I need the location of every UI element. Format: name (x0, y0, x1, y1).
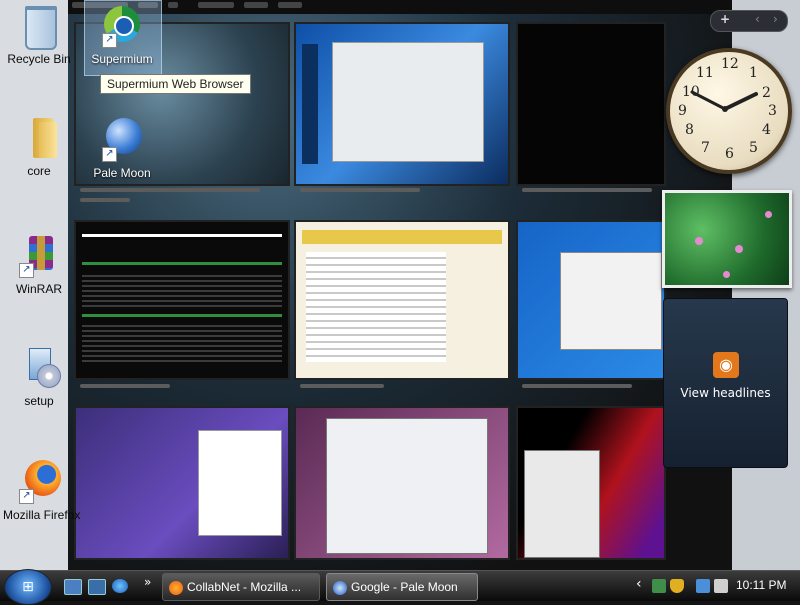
terminal-line (82, 314, 282, 317)
taskbar-button-collabnet[interactable]: CollabNet - Mozilla ... (162, 573, 320, 601)
toolbar-item (168, 2, 178, 8)
screenshot-thumbnail[interactable] (294, 406, 510, 560)
security-shield-icon[interactable] (670, 579, 684, 593)
slideshow-gadget[interactable] (662, 190, 792, 288)
clock-hands (690, 90, 758, 112)
desktop-icon-core[interactable]: core (3, 116, 75, 178)
thumbnail-caption (80, 384, 170, 388)
taskbar-button-label: CollabNet - Mozilla ... (187, 580, 302, 594)
start-menu-preview (524, 450, 600, 558)
terminal-line (82, 234, 282, 237)
screenshot-thumbnail[interactable] (516, 220, 666, 380)
dialog-preview (198, 430, 282, 536)
screenshot-thumbnail[interactable] (516, 22, 666, 186)
desktop-icon-setup[interactable]: setup (3, 346, 75, 408)
flower-shape (765, 211, 772, 218)
thumbnail-caption (522, 384, 632, 388)
recycle-bin-icon (17, 4, 61, 50)
add-gadget-button[interactable]: + (720, 12, 730, 26)
terminal-text (82, 322, 282, 362)
sidebar-preview (302, 44, 318, 164)
thumbnail-caption (80, 198, 130, 202)
desktop-icon-label: Pale Moon (93, 166, 151, 180)
ribbon-preview (302, 230, 502, 244)
tray-expand-icon[interactable]: ‹ (636, 576, 642, 592)
terminal-line (82, 262, 282, 265)
toolbar-item (198, 2, 234, 8)
tooltip: Supermium Web Browser (100, 74, 251, 94)
supermium-icon: ↗ (100, 4, 144, 48)
screenshot-thumbnail[interactable] (294, 220, 510, 380)
toolbar-item (244, 2, 268, 8)
previous-gadget-button[interactable]: ‹ (755, 12, 760, 26)
window-preview (332, 42, 484, 162)
network-tray-icon[interactable] (652, 579, 666, 593)
minute-hand (690, 90, 727, 111)
firefox-icon: ↗ (17, 460, 61, 504)
taskbar-clock[interactable]: 10:11 PM (736, 578, 786, 592)
desktop-icon-recycle-bin[interactable]: Recycle Bin (3, 4, 75, 66)
screenshot-thumbnail[interactable] (74, 220, 290, 380)
desktop-icon-label: Supermium (91, 52, 153, 66)
hour-hand (723, 92, 758, 111)
taskbar-button-label: Google - Pale Moon (351, 580, 458, 594)
desktop-icon-label: Recycle Bin (7, 52, 71, 66)
network-connection-icon[interactable] (696, 579, 710, 593)
window-preview (326, 418, 488, 554)
flower-shape (723, 271, 730, 278)
show-desktop-icon[interactable] (64, 579, 82, 595)
desktop-icon-firefox[interactable]: ↗ Mozilla Firefox (3, 460, 81, 522)
gadget-controls: + ‹ › (710, 10, 788, 32)
thumbnail-caption (300, 384, 384, 388)
pale-moon-icon: ↗ (100, 118, 144, 162)
flower-shape (735, 245, 743, 253)
internet-explorer-icon[interactable] (112, 579, 128, 593)
desktop-icon-label: setup (24, 394, 54, 408)
shortcut-arrow-icon: ↗ (102, 33, 117, 48)
shortcut-arrow-icon: ↗ (19, 489, 34, 504)
screenshot-thumbnail[interactable] (74, 406, 290, 560)
screenshot-thumbnail[interactable] (294, 22, 510, 186)
desktop-icon-label: Mozilla Firefox (3, 508, 81, 522)
desktop-icon-label: WinRAR (15, 282, 62, 296)
clock-center (722, 106, 728, 112)
view-headlines-link[interactable]: View headlines (664, 386, 787, 400)
thumbnail-caption (80, 188, 260, 192)
windows-logo-icon: ⊞ (22, 579, 34, 595)
desktop-icon-supermium[interactable]: ↗ Supermium (86, 4, 158, 66)
next-gadget-button[interactable]: › (773, 12, 778, 26)
feed-headlines-gadget[interactable]: ◉ View headlines (663, 298, 788, 468)
thumbnail-caption (300, 188, 420, 192)
terminal-text (82, 272, 282, 310)
firefox-icon (169, 580, 183, 595)
taskbar-button-pale-moon[interactable]: Google - Pale Moon (326, 573, 478, 601)
desktop-icon-winrar[interactable]: ↗ WinRAR (3, 234, 75, 296)
document-preview (306, 252, 446, 362)
volume-muted-icon[interactable] (714, 579, 728, 593)
flower-shape (695, 237, 703, 245)
toolbar-item (278, 2, 302, 8)
thumbnail-caption (522, 188, 652, 192)
thumbnail-toolbar (68, 0, 732, 14)
desktop-icon-label: core (27, 164, 51, 178)
switch-windows-icon[interactable] (88, 579, 106, 595)
shortcut-arrow-icon: ↗ (102, 147, 117, 162)
taskbar: ⊞ » CollabNet - Mozilla ... Google - Pal… (0, 569, 800, 605)
screenshot-thumbnail[interactable] (516, 406, 666, 560)
winrar-icon: ↗ (17, 234, 61, 278)
shortcut-arrow-icon: ↗ (19, 263, 34, 278)
rss-icon: ◉ (713, 352, 739, 378)
window-preview (560, 252, 662, 350)
pale-moon-icon (333, 580, 347, 595)
clock-gadget[interactable]: 12 1 2 3 4 5 6 7 8 9 10 11 (666, 48, 792, 174)
setup-icon (17, 346, 61, 390)
desktop-icon-pale-moon[interactable]: ↗ Pale Moon (86, 118, 158, 180)
folder-icon (17, 116, 61, 160)
quick-launch-overflow[interactable]: » (144, 575, 151, 589)
